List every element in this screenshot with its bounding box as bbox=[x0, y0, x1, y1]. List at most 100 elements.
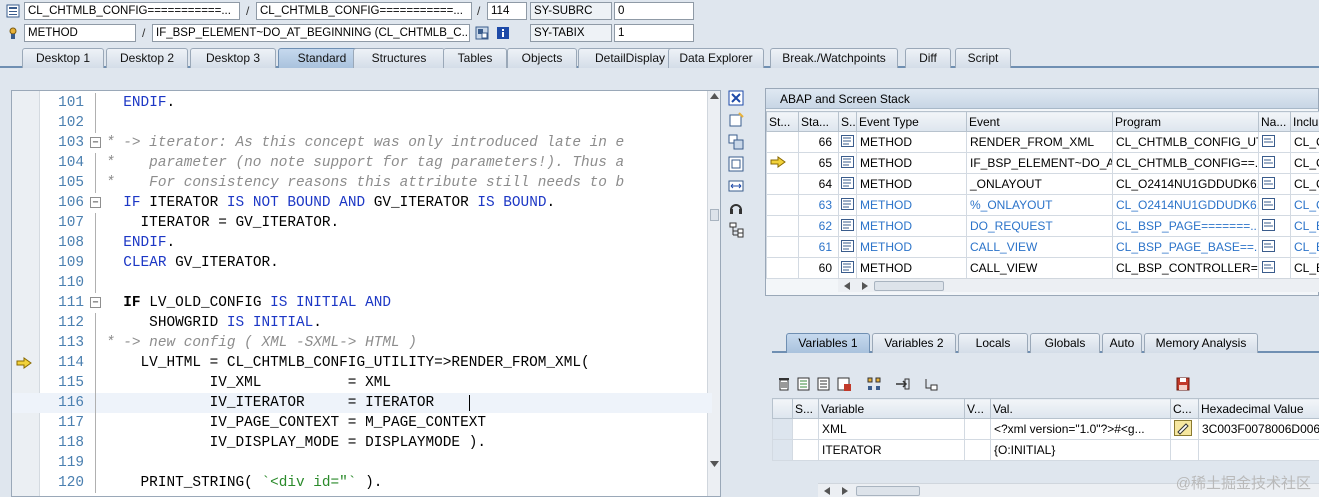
variables-column-header[interactable]: C... bbox=[1170, 398, 1199, 419]
tab-auto[interactable]: Auto bbox=[1102, 333, 1142, 353]
scroll-right-icon[interactable] bbox=[862, 282, 868, 290]
scroll-left-icon[interactable] bbox=[824, 487, 830, 495]
code-line[interactable]: 120 PRINT_STRING( `<div id="` ). bbox=[12, 473, 712, 493]
event-type-field[interactable]: METHOD bbox=[24, 24, 136, 42]
navigate-icon[interactable] bbox=[1262, 218, 1275, 231]
code-line[interactable]: 109 CLEAR GV_ITERATOR. bbox=[12, 253, 712, 273]
scroll-right-icon[interactable] bbox=[842, 487, 848, 495]
tab-desktop-2[interactable]: Desktop 2 bbox=[106, 48, 188, 68]
stack-horizontal-scrollbar[interactable] bbox=[838, 278, 1319, 292]
code-line[interactable]: 119 bbox=[12, 453, 712, 473]
expand-width-icon[interactable] bbox=[728, 178, 744, 194]
stack-column-header[interactable]: Program bbox=[1112, 111, 1259, 132]
tree-structure-icon[interactable] bbox=[728, 222, 744, 238]
tab-detaildisplay[interactable]: DetailDisplay bbox=[578, 48, 682, 68]
stack-column-header[interactable]: Event Type bbox=[856, 111, 967, 132]
scroll-left-icon[interactable] bbox=[844, 282, 850, 290]
tab-variables-1[interactable]: Variables 1 bbox=[786, 333, 870, 353]
stack-row[interactable]: 66 METHOD RENDER_FROM_XML CL_CHTMLB_CONFIG_… bbox=[766, 131, 1319, 153]
tab-desktop-1[interactable]: Desktop 1 bbox=[22, 48, 104, 68]
row-selector[interactable] bbox=[772, 439, 793, 461]
code-line[interactable]: 113 * -> new config ( XML -SXML-> HTML ) bbox=[12, 333, 712, 353]
swap-tool-icon[interactable] bbox=[728, 134, 744, 150]
source-code-editor[interactable]: 101 ENDIF. 102 103− * -> iterator: As this … bbox=[11, 90, 721, 497]
tab-data-explorer[interactable]: Data Explorer bbox=[668, 48, 764, 68]
code-line[interactable]: 110 bbox=[12, 273, 712, 293]
variables-column-header[interactable]: Val. bbox=[990, 398, 1171, 419]
stack-column-header[interactable]: Na... bbox=[1258, 111, 1291, 132]
navigate-icon[interactable] bbox=[1262, 155, 1275, 168]
close-icon[interactable] bbox=[728, 90, 744, 106]
stack-column-header[interactable]: St... bbox=[766, 111, 799, 132]
code-line[interactable]: 115 IV_XML = XML bbox=[12, 373, 712, 393]
code-line[interactable]: 102 bbox=[12, 113, 712, 133]
delete-icon[interactable] bbox=[776, 376, 792, 392]
source-code-icon[interactable] bbox=[841, 218, 854, 231]
code-line[interactable]: 112 SHOWGRID IS INITIAL. bbox=[12, 313, 712, 333]
tab-desktop-3[interactable]: Desktop 3 bbox=[190, 48, 276, 68]
row-selector[interactable] bbox=[772, 418, 793, 440]
source-code-icon[interactable] bbox=[841, 155, 854, 168]
tab-script[interactable]: Script bbox=[955, 48, 1011, 68]
variable-row[interactable]: ITERATOR {O:INITIAL} bbox=[772, 439, 1319, 461]
navigate-icon[interactable] bbox=[1262, 239, 1275, 252]
tab-diff[interactable]: Diff bbox=[905, 48, 951, 68]
code-line[interactable]: 117 IV_PAGE_CONTEXT = M_PAGE_CONTEXT bbox=[12, 413, 712, 433]
code-line[interactable]: 105 * For consistency reasons this attrib… bbox=[12, 173, 712, 193]
code-line[interactable]: 114 LV_HTML = CL_CHTMLB_CONFIG_UTILITY=>… bbox=[12, 353, 712, 373]
navigate-icon[interactable] bbox=[1262, 260, 1275, 273]
tab-locals[interactable]: Locals bbox=[958, 333, 1028, 353]
program-name-field[interactable]: CL_CHTMLB_CONFIG===========... bbox=[256, 2, 472, 20]
variables-column-header[interactable]: Hexadecimal Value bbox=[1198, 398, 1319, 419]
stack-row[interactable]: 61 METHOD CALL_VIEW CL_BSP_PAGE_BASE==... CL… bbox=[766, 236, 1319, 258]
stack-column-header[interactable]: Inclu bbox=[1290, 111, 1319, 132]
tab-memory-analysis[interactable]: Memory Analysis bbox=[1144, 333, 1258, 353]
source-code-icon[interactable] bbox=[841, 134, 854, 147]
tab-objects[interactable]: Objects bbox=[507, 48, 577, 68]
code-line[interactable]: 118 IV_DISPLAY_MODE = DISPLAYMODE ). bbox=[12, 433, 712, 453]
tab-break-watchpoints[interactable]: Break./Watchpoints bbox=[770, 48, 898, 68]
navigate-icon[interactable] bbox=[1262, 197, 1275, 210]
code-line[interactable]: 104 * parameter (no note support for tag … bbox=[12, 153, 712, 173]
stack-row[interactable]: 62 METHOD DO_REQUEST CL_BSP_PAGE=======... C… bbox=[766, 215, 1319, 237]
source-code-icon[interactable] bbox=[841, 197, 854, 210]
stack-column-header[interactable]: Sta... bbox=[798, 111, 839, 132]
services-icon[interactable] bbox=[728, 200, 744, 216]
info-icon[interactable] bbox=[496, 26, 510, 40]
sy-subrc-value[interactable]: 0 bbox=[614, 2, 694, 20]
stack-row[interactable]: 60 METHOD CALL_VIEW CL_BSP_CONTROLLER=... CL… bbox=[766, 257, 1319, 279]
scroll-thumb[interactable] bbox=[874, 281, 944, 291]
sy-tabix-value[interactable]: 1 bbox=[614, 24, 694, 42]
fold-toggle-icon[interactable]: − bbox=[90, 197, 101, 208]
class-name-field[interactable]: CL_CHTMLB_CONFIG===========... bbox=[24, 2, 240, 20]
structure-icon[interactable] bbox=[866, 376, 882, 392]
jump-icon[interactable] bbox=[894, 376, 910, 392]
maximize-icon[interactable] bbox=[728, 156, 744, 172]
code-line[interactable]: 111− IF LV_OLD_CONFIG IS INITIAL AND bbox=[12, 293, 712, 313]
variable-name-input[interactable]: XML bbox=[818, 418, 965, 440]
code-line[interactable]: 106− IF ITERATOR IS NOT BOUND AND GV_ITE… bbox=[12, 193, 712, 213]
variable-row[interactable]: XML <?xml version="1.0"?>#<g... 3C003F0078… bbox=[772, 418, 1319, 440]
fold-toggle-icon[interactable]: − bbox=[90, 137, 101, 148]
event-name-field[interactable]: IF_BSP_ELEMENT~DO_AT_BEGINNING (CL_CHTML… bbox=[152, 24, 470, 42]
variable-name-input[interactable]: ITERATOR bbox=[818, 439, 965, 461]
stack-column-header[interactable]: Event bbox=[966, 111, 1113, 132]
stack-row[interactable]: 64 METHOD _ONLAYOUT CL_O2414NU1GDDUDK6... CL… bbox=[766, 173, 1319, 195]
scroll-thumb[interactable] bbox=[856, 486, 920, 496]
code-line[interactable]: 116 IV_ITERATOR = ITERATOR bbox=[12, 393, 712, 413]
variables-column-header[interactable]: S... bbox=[792, 398, 819, 419]
source-code-icon[interactable] bbox=[841, 176, 854, 189]
add-variable-icon[interactable] bbox=[796, 376, 812, 392]
tab-structures[interactable]: Structures bbox=[353, 48, 445, 68]
navigate-icon[interactable] bbox=[1262, 176, 1275, 189]
tab-variables-2[interactable]: Variables 2 bbox=[872, 333, 956, 353]
variables-column-header[interactable]: Variable bbox=[818, 398, 965, 419]
tree-icon[interactable] bbox=[922, 376, 938, 392]
navigate-icon[interactable] bbox=[475, 26, 489, 40]
stack-column-header[interactable]: S... bbox=[838, 111, 857, 132]
list-icon[interactable] bbox=[816, 376, 832, 392]
stack-row[interactable]: 63 METHOD %_ONLAYOUT CL_O2414NU1GDDUDK6... C… bbox=[766, 194, 1319, 216]
code-line[interactable]: 108 ENDIF. bbox=[12, 233, 712, 253]
source-code-icon[interactable] bbox=[841, 260, 854, 273]
code-line[interactable]: 103− * -> iterator: As this concept was o… bbox=[12, 133, 712, 153]
